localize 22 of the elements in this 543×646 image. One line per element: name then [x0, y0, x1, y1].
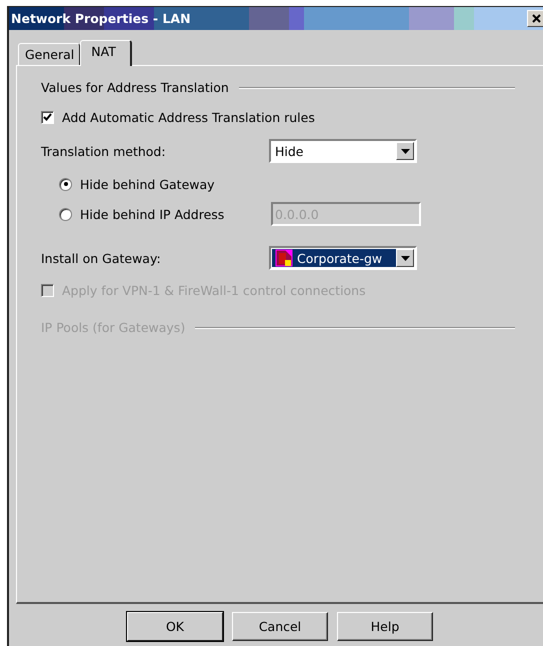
group-title: Values for Address Translation: [41, 80, 229, 95]
dialog-button[interactable]: OK: [127, 612, 223, 641]
tab[interactable]: NAT: [80, 40, 132, 66]
caret-icon: [400, 148, 410, 154]
checkbox[interactable]: [41, 110, 54, 124]
gateway-dropdown[interactable]: Corporate-gw: [269, 246, 417, 270]
field-label: Install on Gateway:: [41, 250, 162, 266]
dialog-button[interactable]: Cancel: [232, 612, 328, 641]
radio-label: Hide behind IP Address: [80, 206, 226, 222]
close-button[interactable]: [527, 10, 543, 27]
field-label: Translation method:: [41, 144, 167, 158]
window-title: Network Properties - LAN: [11, 11, 191, 26]
close-icon: [532, 14, 540, 23]
dialog-button[interactable]: Help: [337, 612, 433, 641]
gateway-icon: [275, 249, 293, 267]
tab[interactable]: General: [18, 43, 80, 65]
radio-label: Hide behind Gateway: [80, 176, 215, 192]
radio-button[interactable]: [59, 178, 72, 190]
checkbox-label: Add Automatic Address Translation rules: [62, 110, 315, 124]
radio-button[interactable]: [59, 208, 72, 220]
method-dropdown[interactable]: Hide: [269, 139, 417, 163]
caret-icon: [400, 256, 410, 260]
